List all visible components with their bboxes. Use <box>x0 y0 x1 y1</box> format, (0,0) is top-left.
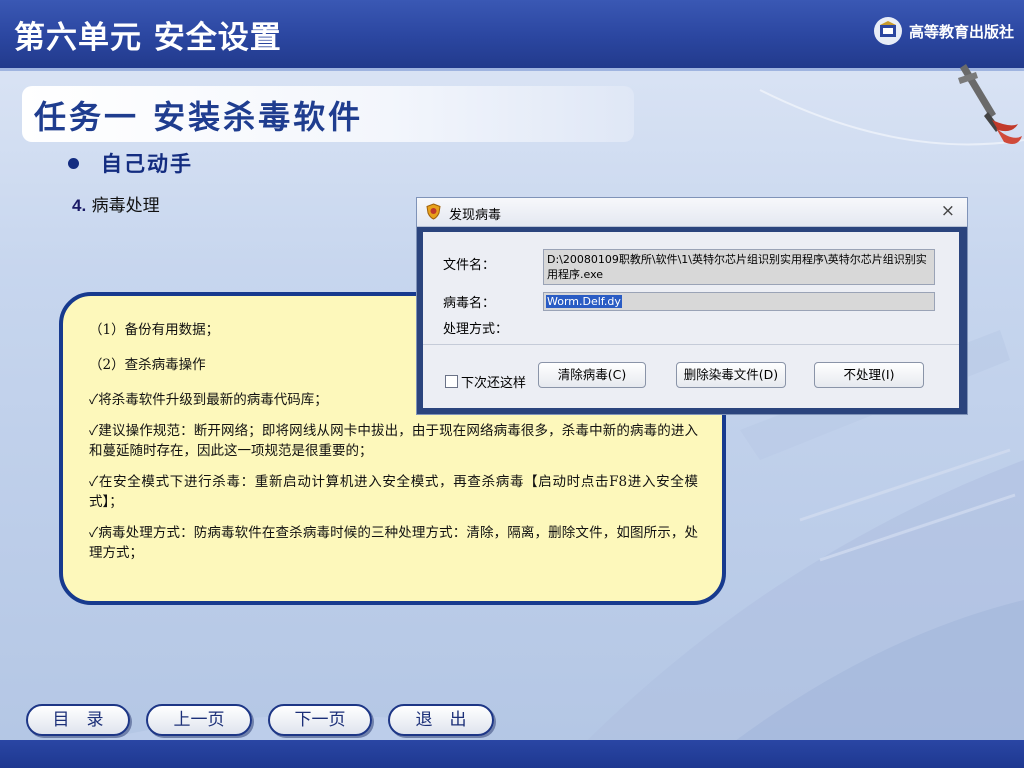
dialog-titlebar[interactable]: 发现病毒 × <box>417 198 967 227</box>
step-number: 4. <box>72 196 87 215</box>
prev-page-button[interactable]: 上一页 <box>146 704 252 736</box>
step-heading: 4. 病毒处理 <box>72 191 160 216</box>
bullet-dot-icon <box>68 157 79 169</box>
exit-button[interactable]: 退 出 <box>388 704 494 736</box>
next-page-button[interactable]: 下一页 <box>268 704 372 736</box>
task-title: 任务一 安装杀毒软件 <box>34 98 364 136</box>
virus-found-dialog: 发现病毒 × 文件名： D:\20080109职教所\软件\1\英特尔芯片组识别… <box>416 197 968 415</box>
virus-name-label: 病毒名： <box>443 296 496 311</box>
publisher: 高等教育出版社 <box>873 16 1014 46</box>
dialog-divider <box>423 344 959 345</box>
tools-icon <box>958 64 1022 144</box>
header-bar: 第六单元 安全设置 高等教育出版社 <box>0 0 1024 71</box>
note-item: ✓在安全模式下进行杀毒：重新启动计算机进入安全模式，再查杀病毒【启动时点击F8进… <box>89 474 698 510</box>
note-item: ✓建议操作规范：断开网络；即将网线从网卡中拔出，由于现在网络病毒很多，杀毒中新的… <box>89 423 698 459</box>
note-item: ✓病毒处理方式：防病毒软件在查杀病毒时候的三种处理方式：清除，隔离，删除文件，如… <box>89 525 698 561</box>
step-label: 病毒处理 <box>91 196 160 216</box>
remember-choice-checkbox[interactable]: 下次还这样 <box>445 372 526 391</box>
bullet-item: 自己动手 <box>68 148 193 178</box>
footer-bar <box>0 740 1024 768</box>
file-name-label: 文件名： <box>443 258 496 273</box>
checkbox-box[interactable] <box>445 375 458 388</box>
checkbox-label: 下次还这样 <box>461 376 527 391</box>
dialog-title: 发现病毒 <box>449 208 502 223</box>
toc-button[interactable]: 目 录 <box>26 704 130 736</box>
virus-name-field[interactable]: Worm.Delf.dy <box>543 292 935 311</box>
virus-name-value: Worm.Delf.dy <box>546 295 622 308</box>
publisher-name: 高等教育出版社 <box>908 22 1014 41</box>
ignore-button[interactable]: 不处理(I) <box>814 362 924 388</box>
dialog-body: 文件名： D:\20080109职教所\软件\1\英特尔芯片组识别实用程序\英特… <box>423 232 959 408</box>
file-name-field[interactable]: D:\20080109职教所\软件\1\英特尔芯片组识别实用程序\英特尔芯片组识… <box>543 249 935 285</box>
close-icon[interactable]: × <box>941 201 955 221</box>
handling-method-label: 处理方式： <box>443 322 509 337</box>
clean-virus-button[interactable]: 清除病毒(C) <box>538 362 646 388</box>
task-title-bar: 任务一 安装杀毒软件 <box>22 86 634 142</box>
antivirus-shield-icon <box>426 203 441 220</box>
publisher-logo-icon <box>873 17 902 45</box>
unit-title: 第六单元 安全设置 <box>14 20 282 56</box>
bullet-text: 自己动手 <box>101 151 193 176</box>
delete-infected-file-button[interactable]: 删除染毒文件(D) <box>676 362 786 388</box>
